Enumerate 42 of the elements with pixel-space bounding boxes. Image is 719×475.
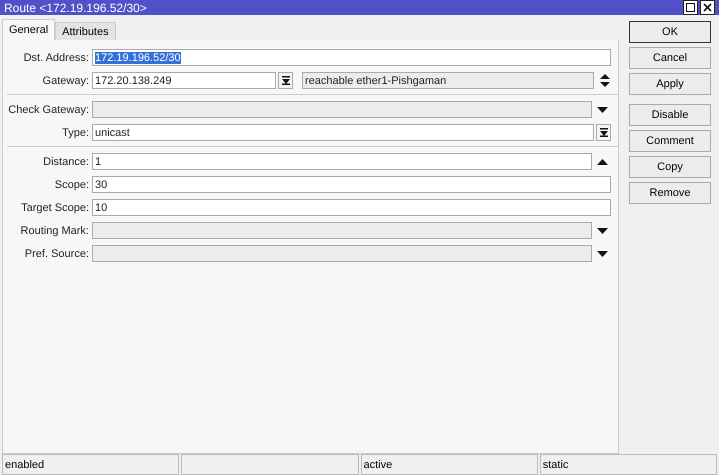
close-button[interactable] [700, 0, 715, 15]
field-label: Type: [61, 126, 90, 138]
dropdown-arrow-icon[interactable] [597, 106, 608, 112]
action-button[interactable]: Cancel [629, 47, 711, 69]
status-segment: static [540, 454, 717, 475]
close-icon [703, 3, 712, 12]
status-field: reachable ether1-Pishgaman [302, 72, 594, 89]
field-label: Dst. Address: [22, 52, 90, 64]
input-field[interactable]: unicast [92, 124, 594, 141]
input-field[interactable]: 172.20.138.249 [92, 72, 276, 89]
up-down-arrow-icon[interactable] [600, 74, 610, 87]
field-label: Routing Mark: [20, 224, 90, 236]
status-segment: active [360, 454, 538, 475]
action-button[interactable]: Comment [629, 130, 711, 152]
tab[interactable]: Attributes [55, 22, 116, 40]
action-button[interactable]: OK [629, 21, 711, 43]
field-label: Scope: [54, 178, 90, 190]
field-label: Distance: [42, 156, 90, 168]
action-button[interactable]: Apply [629, 73, 711, 95]
dropdown-arrow-icon[interactable] [597, 228, 608, 234]
maximize-button[interactable] [683, 0, 698, 15]
tab[interactable]: General [2, 19, 56, 40]
arrow-down-bar-icon [600, 128, 608, 137]
field-label: Check Gateway: [7, 104, 90, 116]
input-field[interactable]: 30 [92, 176, 611, 193]
status-segment: enabled [2, 454, 180, 475]
up-arrow-icon[interactable] [597, 158, 608, 164]
square-icon [686, 3, 695, 12]
field-label: Pref. Source: [24, 248, 90, 260]
dropdown-button[interactable] [596, 124, 611, 141]
action-button[interactable]: Remove [629, 182, 711, 204]
window-title: Route <172.19.196.52/30> [4, 0, 147, 14]
field-label: Target Scope: [20, 202, 90, 214]
dropdown-button[interactable] [278, 72, 293, 89]
input-field[interactable]: 172.19.196.52/30 [92, 49, 611, 66]
input-field[interactable]: 1 [92, 153, 592, 170]
field-label: Gateway: [42, 74, 90, 86]
action-button[interactable]: Copy [629, 156, 711, 178]
input-field[interactable]: 10 [92, 199, 611, 216]
arrow-down-bar-icon [282, 76, 290, 85]
dropdown-arrow-icon[interactable] [597, 250, 608, 256]
action-button[interactable]: Disable [629, 104, 711, 126]
